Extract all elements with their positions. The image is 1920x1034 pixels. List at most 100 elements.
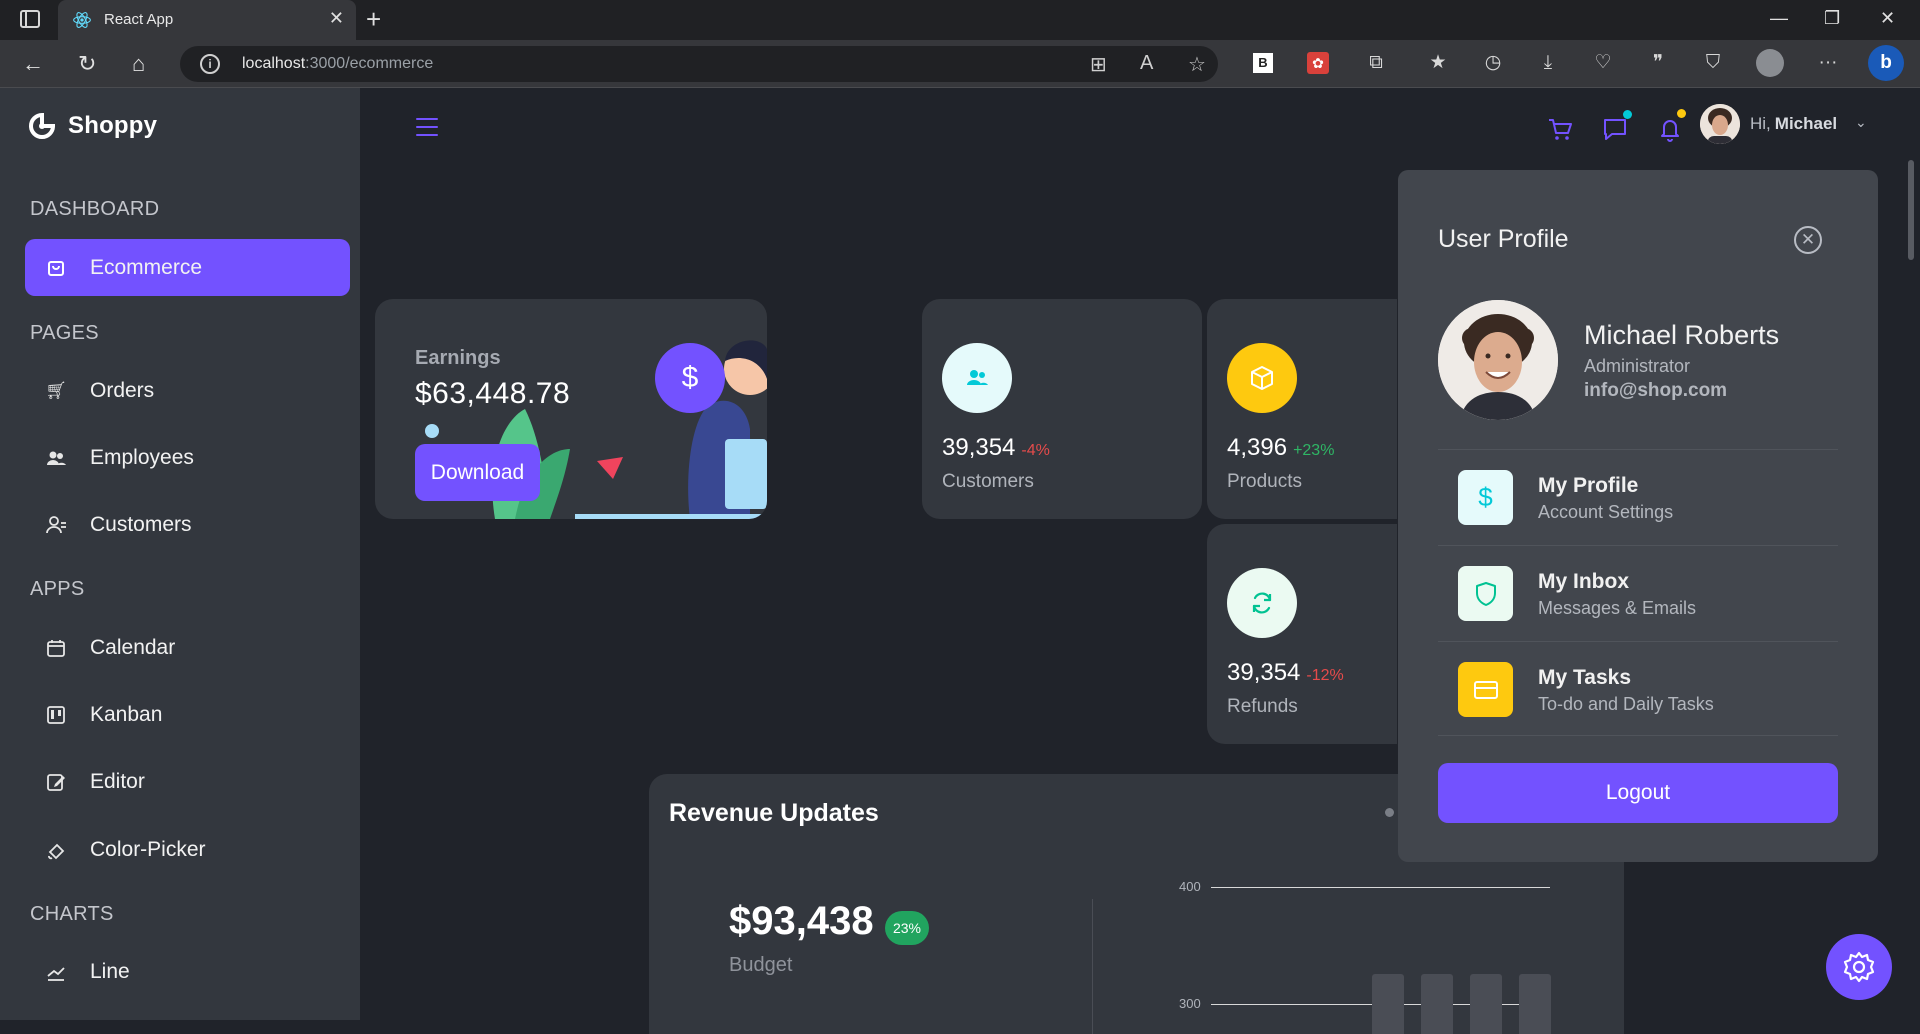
stat-change: -12% [1306, 667, 1344, 684]
avatar[interactable] [1700, 104, 1740, 144]
menu-icon[interactable] [416, 118, 438, 136]
stat-card-customers: 39,354 -4% Customers [922, 299, 1202, 519]
react-icon [73, 12, 91, 28]
cart-icon[interactable] [1545, 114, 1575, 144]
divider [1438, 735, 1838, 736]
history-icon[interactable]: ◷ [1480, 50, 1506, 76]
menu-item-title: My Inbox [1538, 570, 1630, 593]
sidebar-item-label: Line [90, 959, 130, 983]
edit-icon [47, 773, 65, 791]
dollar-icon[interactable]: $ [655, 343, 725, 413]
sidebar-item-kanban[interactable]: Kanban [25, 686, 350, 743]
box-icon[interactable] [1227, 343, 1297, 413]
sidebar-item-employees[interactable]: Employees [25, 429, 350, 486]
back-icon[interactable]: ← [22, 50, 44, 78]
sidebar-item-label: Orders [90, 378, 155, 402]
downloads-icon[interactable]: ⤓ [1535, 50, 1561, 76]
chart-bar [1372, 974, 1404, 1034]
section-title-pages: PAGES [30, 322, 99, 344]
copilot-icon[interactable]: b [1868, 45, 1904, 81]
sidebar-item-calendar[interactable]: Calendar [25, 619, 350, 676]
read-aloud-icon[interactable]: A [1140, 52, 1153, 75]
sidebar-item-color-picker[interactable]: Color-Picker [25, 821, 350, 878]
scrollbar[interactable] [1908, 160, 1914, 260]
profile-menu-my-inbox[interactable]: My Inbox Messages & Emails [1438, 545, 1838, 641]
close-icon[interactable]: ✕ [1794, 226, 1822, 254]
settings-button[interactable] [1826, 934, 1892, 1000]
budget-value: $93,438 [729, 899, 874, 943]
profile-role: Administrator [1584, 356, 1691, 376]
download-button[interactable]: Download [415, 444, 540, 501]
browser-tab[interactable]: React App ✕ [58, 0, 356, 40]
stat-change: -4% [1021, 442, 1050, 459]
favorite-star-icon[interactable]: ☆ [1188, 52, 1206, 77]
sidebar-item-label: Ecommerce [90, 255, 203, 279]
app-available-icon[interactable]: ⊞ [1090, 52, 1107, 77]
minimize-icon[interactable]: — [1770, 8, 1788, 29]
shield-icon [1458, 566, 1513, 621]
kanban-icon [47, 705, 65, 724]
stat-value: 4,396 +23% [1227, 434, 1335, 461]
sidebar-item-editor[interactable]: Editor [25, 753, 350, 810]
more-options-icon[interactable]: ··· [1815, 50, 1841, 76]
sidebar-item-ecommerce[interactable]: Ecommerce [25, 239, 350, 296]
user-profile-panel: User Profile ✕ Michael Roberts Administr… [1398, 170, 1878, 862]
sidebar-item-label: Employees [90, 445, 194, 469]
user-profile-title: User Profile [1438, 225, 1569, 253]
site-info-icon[interactable]: i [200, 54, 220, 74]
calendar-icon [47, 639, 65, 657]
browser-tab-bar: React App ✕ + — ❐ ✕ [0, 0, 1920, 40]
window-close-icon[interactable]: ✕ [1880, 8, 1895, 29]
stat-value: 39,354 -12% [1227, 659, 1344, 686]
browser-toolbar: ← ↻ ⌂ i localhost:3000/ecommerce ⊞ A ☆ B… [0, 40, 1920, 88]
budget-badge: 23% [885, 911, 929, 945]
sidebar-item-customers[interactable]: Customers [25, 496, 350, 553]
notification-bell-icon[interactable] [1655, 114, 1685, 144]
performance-icon[interactable]: ♡ [1590, 50, 1616, 76]
extension-b-icon[interactable]: B [1253, 53, 1273, 73]
restore-icon[interactable]: ❐ [1824, 8, 1840, 29]
customers-icon [46, 515, 66, 533]
user-avatar-icon [1700, 104, 1740, 144]
employees-icon [47, 451, 66, 465]
stat-card-refunds: 39,354 -12% Refunds [1207, 524, 1397, 744]
quote-icon[interactable]: ❞ [1645, 50, 1671, 76]
home-icon[interactable]: ⌂ [132, 50, 145, 78]
profile-menu-my-profile[interactable]: $ My Profile Account Settings [1438, 449, 1838, 545]
y-axis-tick: 400 [1179, 879, 1201, 894]
new-tab-icon[interactable]: + [366, 4, 381, 35]
sidebar-item-label: Editor [90, 769, 145, 793]
profile-menu-my-tasks[interactable]: My Tasks To-do and Daily Tasks [1438, 641, 1838, 737]
profile-icon[interactable] [1756, 49, 1784, 77]
line-chart-icon [47, 966, 65, 981]
chevron-down-icon[interactable]: ⌄ [1855, 114, 1867, 131]
extensions-icon[interactable]: ⧉ [1363, 50, 1389, 76]
chart-bar [1470, 974, 1502, 1034]
favorites-icon[interactable]: ★ [1425, 50, 1451, 76]
refresh-icon[interactable]: ↻ [78, 50, 96, 78]
tab-close-icon[interactable]: ✕ [329, 8, 344, 29]
tab-title: React App [104, 11, 174, 28]
section-title-dashboard: DASHBOARD [30, 198, 160, 220]
tab-actions-icon[interactable] [20, 10, 40, 28]
legend-dot-icon [1385, 808, 1394, 817]
app-logo[interactable]: Shoppy [28, 112, 157, 140]
url-text[interactable]: localhost:3000/ecommerce [242, 55, 433, 73]
refresh-icon[interactable] [1227, 568, 1297, 638]
stat-label: Refunds [1227, 696, 1298, 717]
logout-button[interactable]: Logout [1438, 763, 1838, 823]
sidebar-item-label: Kanban [90, 702, 163, 726]
avatar [1438, 300, 1558, 420]
shopping-bag-icon [48, 260, 64, 276]
address-bar[interactable]: i localhost:3000/ecommerce ⊞ A ☆ [180, 46, 1218, 82]
sidebar-item-line[interactable]: Line [25, 943, 350, 1000]
extension-red-icon[interactable]: ✿ [1307, 52, 1329, 74]
sidebar-item-label: Color-Picker [90, 837, 206, 861]
y-axis-tick: 300 [1179, 996, 1201, 1011]
users-icon[interactable] [942, 343, 1012, 413]
earnings-value: $63,448.78 [415, 377, 571, 410]
sidebar-item-orders[interactable]: 🛒︎ Orders [25, 362, 350, 419]
user-greeting[interactable]: Hi, Michael [1750, 114, 1837, 134]
browser-essentials-icon[interactable]: ⛉ [1700, 50, 1726, 76]
menu-item-title: My Profile [1538, 474, 1639, 497]
